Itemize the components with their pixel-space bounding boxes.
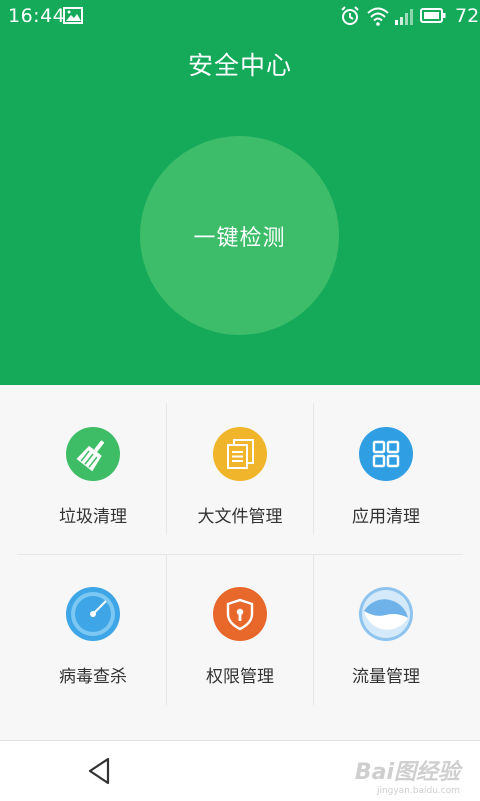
app-grid-icon [359,427,413,481]
data-usage-icon [359,587,413,641]
alarm-icon [341,6,359,25]
watermark-main: Bai图经验 [354,760,460,785]
status-bar: 16:44 72 [0,0,480,32]
watermark-sub: jingyan.baidu.com [376,786,460,796]
signal-icon [395,9,413,25]
feature-junk-clean[interactable]: 垃圾清理 [20,385,166,535]
feature-label: 垃圾清理 [59,507,127,527]
shield-lock-icon [213,587,267,641]
scan-button-label: 一键检测 [193,225,286,251]
feature-label: 病毒查杀 [59,667,127,687]
feature-permission[interactable]: 权限管理 [167,545,313,695]
file-stack-icon [213,427,267,481]
feature-label: 大文件管理 [197,507,283,527]
feature-label: 流量管理 [352,667,420,687]
feature-virus-scan[interactable]: 病毒查杀 [20,545,166,695]
battery-icon [420,8,446,23]
battery-level: 72 [455,5,480,27]
watermark: Bai图经验 jingyan.baidu.com [355,760,460,797]
gallery-icon [63,7,83,24]
one-click-scan-button[interactable]: 一键检测 [140,136,339,335]
radar-icon [66,587,120,641]
status-time: 16:44 [8,5,66,27]
feature-large-file[interactable]: 大文件管理 [167,385,313,535]
feature-grid: 垃圾清理 大文件管理 应用清理 病毒查杀 权限管理 流量管理 [0,385,480,740]
feature-app-clean[interactable]: 应用清理 [313,385,459,535]
page-title: 安全中心 [187,51,292,80]
wifi-icon [367,7,389,26]
feature-label: 应用清理 [352,507,420,527]
navigation-bar: Bai图经验 jingyan.baidu.com [0,740,480,801]
back-triangle-icon[interactable] [84,755,114,787]
feature-label: 权限管理 [206,667,274,687]
feature-data-usage[interactable]: 流量管理 [313,545,459,695]
header-banner: 16:44 72 安全中心 一键检测 [0,0,480,385]
broom-icon [66,427,120,481]
